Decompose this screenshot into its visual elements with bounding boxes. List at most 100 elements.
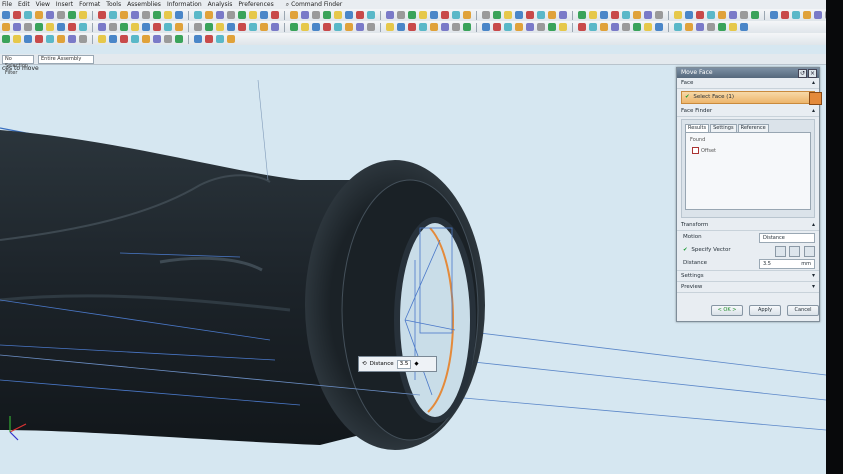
toolbar-button-icon[interactable]: [175, 11, 183, 19]
toolbar-button-icon[interactable]: [24, 35, 32, 43]
toolbar-button-icon[interactable]: [46, 11, 54, 19]
toolbar-button-icon[interactable]: [408, 23, 416, 31]
toolbar-button-icon[interactable]: [216, 35, 224, 43]
toolbar-button-icon[interactable]: [68, 23, 76, 31]
toolbar-button-icon[interactable]: [205, 23, 213, 31]
toolbar-button-icon[interactable]: [655, 11, 663, 19]
transform-section-header[interactable]: Transform ▴: [677, 220, 819, 231]
toolbar-button-icon[interactable]: [35, 35, 43, 43]
toolbar-button-icon[interactable]: [707, 23, 715, 31]
toolbar-button-icon[interactable]: [98, 35, 106, 43]
toolbar-button-icon[interactable]: [548, 11, 556, 19]
toolbar-button-icon[interactable]: [227, 35, 235, 43]
toolbar-button-icon[interactable]: [68, 35, 76, 43]
toolbar-button-icon[interactable]: [685, 23, 693, 31]
toolbar-button-icon[interactable]: [600, 23, 608, 31]
preview-section-header[interactable]: Preview ▾: [677, 282, 819, 293]
toolbar-button-icon[interactable]: [589, 11, 597, 19]
toolbar-button-icon[interactable]: [46, 23, 54, 31]
menu-insert[interactable]: Insert: [56, 0, 73, 9]
menu-preferences[interactable]: Preferences: [238, 0, 273, 9]
toolbar-button-icon[interactable]: [98, 11, 106, 19]
tab-settings[interactable]: Settings: [710, 124, 737, 132]
toolbar-button-icon[interactable]: [2, 35, 10, 43]
toolbar-button-icon[interactable]: [644, 23, 652, 31]
nozzle-opening[interactable]: [394, 217, 476, 423]
toolbar-button-icon[interactable]: [367, 23, 375, 31]
toolbar-button-icon[interactable]: [655, 23, 663, 31]
menu-tools[interactable]: Tools: [106, 0, 121, 9]
menu-view[interactable]: View: [36, 0, 50, 9]
toolbar-button-icon[interactable]: [622, 23, 630, 31]
toolbar-button-icon[interactable]: [633, 23, 641, 31]
toolbar-button-icon[interactable]: [578, 11, 586, 19]
toolbar-button-icon[interactable]: [559, 23, 567, 31]
menu-edit[interactable]: Edit: [18, 0, 30, 9]
toolbar-button-icon[interactable]: [153, 11, 161, 19]
toolbar-button-icon[interactable]: [419, 11, 427, 19]
toolbar-button-icon[interactable]: [537, 11, 545, 19]
toolbar-button-icon[interactable]: [814, 11, 822, 19]
toolbar-button-icon[interactable]: [323, 11, 331, 19]
toolbar-button-icon[interactable]: [452, 23, 460, 31]
toolbar-button-icon[interactable]: [109, 23, 117, 31]
toolbar-button-icon[interactable]: [323, 23, 331, 31]
toolbar-button-icon[interactable]: [526, 11, 534, 19]
toolbar-button-icon[interactable]: [611, 23, 619, 31]
toolbar-button-icon[interactable]: [600, 11, 608, 19]
toolbar-button-icon[interactable]: [515, 11, 523, 19]
toolbar-button-icon[interactable]: [13, 11, 21, 19]
toolbar-button-icon[interactable]: [430, 11, 438, 19]
toolbar-button-icon[interactable]: [175, 23, 183, 31]
toolbar-button-icon[interactable]: [397, 11, 405, 19]
toolbar-button-icon[interactable]: [238, 11, 246, 19]
toolbar-button-icon[interactable]: [57, 23, 65, 31]
menu-assemblies[interactable]: Assemblies: [127, 0, 161, 9]
toolbar-button-icon[interactable]: [35, 11, 43, 19]
ok-button[interactable]: < OK >: [711, 305, 743, 316]
toolbar-button-icon[interactable]: [644, 11, 652, 19]
toolbar-button-icon[interactable]: [13, 23, 21, 31]
settings-section-header[interactable]: Settings ▾: [677, 271, 819, 282]
toolbar-button-icon[interactable]: [740, 23, 748, 31]
vector-constructor-icon[interactable]: [789, 246, 801, 257]
toolbar-button-icon[interactable]: [633, 11, 641, 19]
toolbar-button-icon[interactable]: [312, 23, 320, 31]
toolbar-button-icon[interactable]: [164, 11, 172, 19]
toolbar-button-icon[interactable]: [578, 23, 586, 31]
toolbar-button-icon[interactable]: [312, 11, 320, 19]
menu-information[interactable]: Information: [167, 0, 202, 9]
menu-analysis[interactable]: Analysis: [208, 0, 233, 9]
toolbar-button-icon[interactable]: [79, 35, 87, 43]
toolbar-button-icon[interactable]: [175, 35, 183, 43]
toolbar-button-icon[interactable]: [386, 11, 394, 19]
toolbar-button-icon[interactable]: [260, 11, 268, 19]
toolbar-button-icon[interactable]: [334, 23, 342, 31]
toolbar-button-icon[interactable]: [164, 35, 172, 43]
toolbar-button-icon[interactable]: [2, 11, 10, 19]
toolbar-button-icon[interactable]: [120, 23, 128, 31]
toolbar-button-icon[interactable]: [463, 11, 471, 19]
toolbar-button-icon[interactable]: [142, 23, 150, 31]
spinner-icon[interactable]: ◆: [414, 361, 418, 367]
toolbar-button-icon[interactable]: [205, 35, 213, 43]
tab-reference[interactable]: Reference: [737, 124, 769, 132]
toolbar-button-icon[interactable]: [194, 23, 202, 31]
face-section-header[interactable]: Face ▴: [677, 78, 819, 89]
toolbar-button-icon[interactable]: [131, 23, 139, 31]
toolbar-button-icon[interactable]: [386, 23, 394, 31]
toolbar-button-icon[interactable]: [227, 23, 235, 31]
toolbar-button-icon[interactable]: [707, 11, 715, 19]
toolbar-button-icon[interactable]: [120, 11, 128, 19]
toolbar-button-icon[interactable]: [718, 11, 726, 19]
toolbar-button-icon[interactable]: [290, 23, 298, 31]
toolbar-button-icon[interactable]: [696, 23, 704, 31]
toolbar-button-icon[interactable]: [729, 11, 737, 19]
toolbar-button-icon[interactable]: [559, 11, 567, 19]
toolbar-button-icon[interactable]: [68, 11, 76, 19]
toolbar-button-icon[interactable]: [622, 11, 630, 19]
toolbar-button-icon[interactable]: [356, 23, 364, 31]
toolbar-button-icon[interactable]: [109, 35, 117, 43]
toolbar-button-icon[interactable]: [301, 11, 309, 19]
toolbar-button-icon[interactable]: [441, 11, 449, 19]
